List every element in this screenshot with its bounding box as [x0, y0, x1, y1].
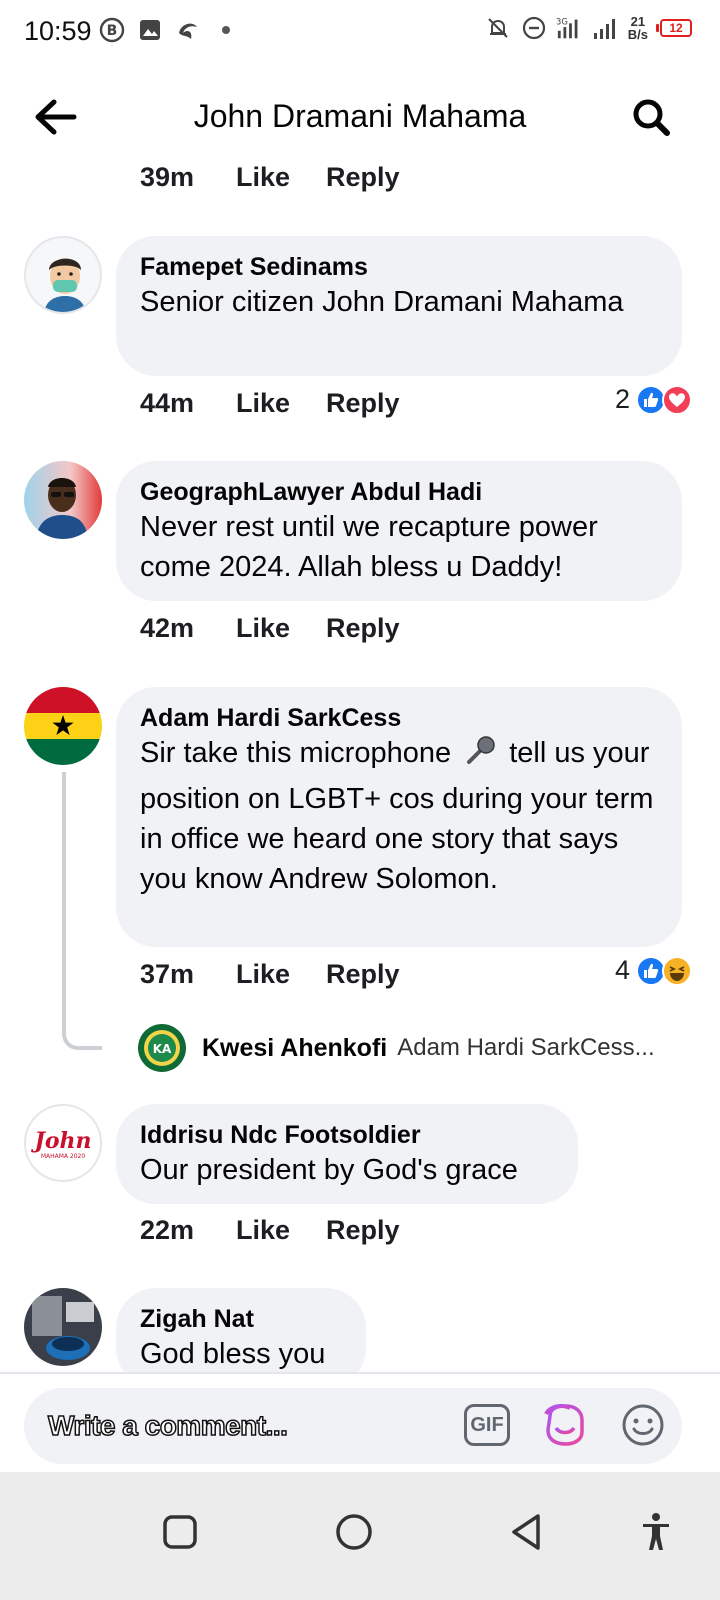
comment-author[interactable]: Zigah Nat [140, 1304, 342, 1334]
love-icon [662, 384, 692, 415]
reply-avatar: KA [138, 1024, 186, 1072]
comment-time: 39m [140, 162, 195, 192]
gif-button[interactable]: GIF [464, 1404, 510, 1446]
accessibility-icon [643, 1513, 669, 1550]
comment-bubble[interactable]: Iddrisu Ndc Footsoldier Our president by… [116, 1104, 578, 1204]
comment-time: 37m [140, 959, 195, 989]
svg-text:3G: 3G [556, 16, 568, 26]
swirl-app-icon [174, 16, 202, 44]
reply-author[interactable]: Kwesi Ahenkofi [202, 1034, 387, 1063]
prev-comment-actions: 39m Like Reply [140, 162, 400, 193]
status-time: 10:59 [24, 16, 92, 46]
comment-bubble[interactable]: Famepet Sedinams Senior citizen John Dra… [116, 236, 682, 376]
dot-icon [212, 16, 240, 44]
svg-text:KA: KA [153, 1042, 172, 1056]
home-icon [336, 1514, 372, 1550]
reply-button[interactable]: Reply [326, 388, 400, 419]
network-speed: 21 B/s [627, 14, 648, 42]
microphone-icon [463, 734, 497, 779]
back-nav-button[interactable] [496, 1502, 556, 1562]
search-icon [633, 99, 670, 136]
accessibility-button[interactable] [626, 1502, 686, 1562]
battery-level: 12 [660, 19, 692, 37]
status-bar: 10:59 B 3G 21 B/s 12 [0, 0, 720, 64]
svg-text:MAHAMA 2020: MAHAMA 2020 [41, 1153, 86, 1160]
home-button[interactable] [324, 1502, 384, 1562]
comment-text: Sir take this microphone tell us your po… [140, 733, 658, 899]
comment-bubble[interactable]: Adam Hardi SarkCess Sir take this microp… [116, 687, 682, 947]
reaction-count: 4 [614, 955, 630, 985]
avatar-sticker-button[interactable] [540, 1400, 590, 1450]
comment-time: 42m [140, 613, 195, 643]
avatar[interactable]: John MAHAMA 2020 [24, 1104, 102, 1182]
comment-bubble[interactable]: GeographLawyer Abdul Hadi Never rest unt… [116, 461, 682, 601]
signal-icon [592, 14, 620, 42]
avatar-sticker-icon [544, 1404, 584, 1446]
like-button[interactable]: Like [236, 613, 326, 644]
system-navigation-bar [0, 1472, 720, 1600]
comment-actions: 44m Like Reply [140, 388, 400, 419]
like-button[interactable]: Like [236, 162, 326, 193]
reaction-summary[interactable]: 4 [615, 955, 692, 986]
reply-thread-line [62, 772, 102, 1050]
top-header: John Dramani Mahama [0, 64, 720, 168]
reply-button[interactable]: Reply [326, 1215, 400, 1246]
comment-author[interactable]: Famepet Sedinams [140, 252, 658, 282]
comment-composer-area: Write a comment... GIF [0, 1372, 720, 1472]
like-button[interactable]: Like [236, 959, 326, 990]
comment-input[interactable]: Write a comment... [47, 1409, 288, 1442]
battery-indicator: 12 [656, 19, 692, 37]
comment-author[interactable]: Iddrisu Ndc Footsoldier [140, 1120, 554, 1150]
comment-author[interactable]: Adam Hardi SarkCess [140, 703, 658, 733]
comment-composer[interactable]: Write a comment... GIF [24, 1388, 682, 1464]
like-button[interactable]: Like [236, 1215, 326, 1246]
reply-button[interactable]: Reply [326, 162, 400, 193]
signal-4g-icon: 3G [556, 14, 584, 42]
avatar[interactable] [24, 461, 102, 539]
reply-button[interactable]: Reply [326, 959, 400, 990]
like-button[interactable]: Like [236, 388, 326, 419]
reply-button[interactable]: Reply [326, 613, 400, 644]
haha-icon [662, 955, 692, 986]
comment-text: Senior citizen John Dramani Mahama [140, 286, 624, 318]
emoji-button[interactable] [620, 1402, 666, 1448]
search-button[interactable] [626, 92, 676, 142]
b-app-icon: B [98, 16, 126, 44]
recents-button[interactable] [150, 1502, 210, 1562]
ghana-flag-icon [24, 687, 102, 765]
emoji-icon [622, 1404, 664, 1446]
back-triangle-icon [512, 1514, 540, 1550]
reply-preview[interactable]: KA Kwesi Ahenkofi Adam Hardi SarkCess... [138, 1024, 655, 1072]
comment-actions: 22m Like Reply [140, 1215, 400, 1246]
page-title: John Dramani Mahama [193, 98, 527, 134]
comment-time: 44m [140, 388, 195, 418]
comment-actions: 42m Like Reply [140, 613, 400, 644]
dnd-icon [520, 14, 548, 42]
avatar[interactable] [24, 1288, 102, 1366]
reply-snippet: Adam Hardi SarkCess... [397, 1034, 655, 1061]
avatar[interactable] [24, 687, 102, 765]
svg-text:John: John [30, 1128, 91, 1154]
gallery-icon [136, 16, 164, 44]
svg-text:B: B [107, 23, 118, 39]
comment-actions: 37m Like Reply [140, 959, 400, 990]
comment-text: Our president by God's grace [140, 1154, 518, 1186]
comment-text: Never rest until we recapture power come… [140, 511, 598, 583]
avatar[interactable] [24, 236, 102, 314]
comment-time: 22m [140, 1215, 195, 1245]
recents-icon [163, 1515, 197, 1549]
comment-text: God bless you [140, 1338, 326, 1370]
comment-author[interactable]: GeographLawyer Abdul Hadi [140, 477, 658, 507]
reaction-summary[interactable]: 2 [615, 384, 692, 415]
reaction-count: 2 [614, 384, 630, 414]
mute-icon [484, 14, 512, 42]
